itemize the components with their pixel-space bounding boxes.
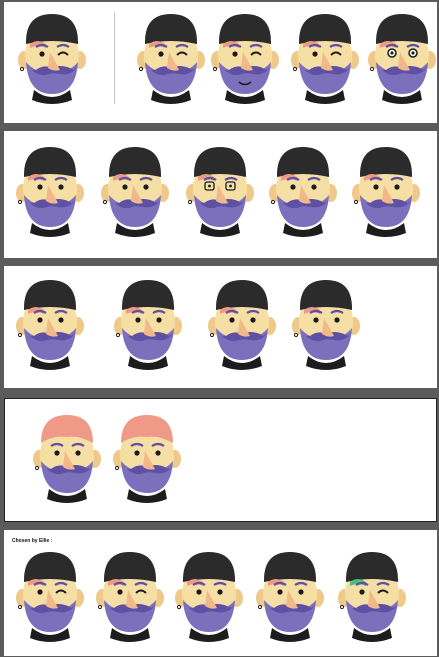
earring-icon [97, 604, 103, 610]
eye-icon [277, 589, 283, 595]
beanie-icon [376, 14, 428, 44]
beanie-icon [24, 147, 76, 177]
eye-icon [155, 450, 161, 456]
eye-icon [122, 184, 128, 190]
avatar-head-neutral [286, 274, 366, 370]
panel-1 [4, 2, 437, 123]
panel-2 [4, 131, 437, 258]
eye-icon [37, 589, 43, 595]
beanie-icon [183, 552, 235, 582]
earring-icon [34, 465, 40, 471]
earring-icon [353, 199, 359, 205]
avatar-head-neutral [10, 141, 90, 237]
eye-icon [311, 184, 317, 190]
avatar-head-wink [10, 546, 90, 642]
beanie-icon [216, 280, 268, 310]
beanie-icon [145, 14, 197, 44]
avatar-head-neutral [263, 141, 343, 237]
earring-icon [339, 604, 345, 610]
panel-3 [4, 266, 437, 388]
avatar-head-neutral [346, 141, 426, 237]
avatar-head-neutral [250, 546, 330, 642]
beanie-icon [219, 14, 271, 44]
eye-icon [58, 184, 64, 190]
earring-icon [270, 199, 276, 205]
beanie-icon [360, 147, 412, 177]
avatar-head-neutral [108, 274, 188, 370]
earring-icon [17, 604, 23, 610]
beanie-icon [122, 280, 174, 310]
avatar-head-neutral [10, 274, 90, 370]
avatar-head-neutral [202, 274, 282, 370]
eye-icon [312, 51, 318, 57]
eye-icon [229, 317, 235, 323]
avatar-head-wink [285, 8, 365, 104]
earring-icon [293, 332, 299, 338]
eye-icon [134, 450, 140, 456]
eye-icon [196, 589, 202, 595]
beanie-icon [194, 147, 246, 177]
beanie-icon [24, 280, 76, 310]
avatar-head-wink [131, 8, 211, 104]
beanie-icon [264, 552, 316, 582]
eye-icon [290, 184, 296, 190]
eye-icon [117, 589, 123, 595]
eye-icon [37, 317, 43, 323]
beanie-icon [104, 552, 156, 582]
avatar-head-wink [12, 8, 92, 104]
eye-icon [359, 589, 365, 595]
eye-icon [217, 589, 223, 595]
eye-icon [54, 450, 60, 456]
beanie-icon [24, 552, 76, 582]
eye-icon [156, 317, 162, 323]
earring-icon [212, 66, 218, 72]
avatar-head-wink-smile [205, 8, 285, 104]
earring-icon [257, 604, 263, 610]
eye-icon [313, 317, 319, 323]
earring-icon [176, 604, 182, 610]
eye-icon [39, 51, 45, 57]
eye-icon [250, 317, 256, 323]
eye-icon [158, 51, 164, 57]
beanie-icon [300, 280, 352, 310]
eye-icon [135, 317, 141, 323]
avatar-head-neutral [95, 141, 175, 237]
eye-icon [143, 184, 149, 190]
eye-icon [75, 450, 81, 456]
avatar-head-neutral [169, 546, 249, 642]
eye-icon [373, 184, 379, 190]
earring-icon [102, 199, 108, 205]
beanie-icon [26, 14, 78, 44]
beanie-icon [299, 14, 351, 44]
earring-icon [209, 332, 215, 338]
earring-icon [187, 199, 193, 205]
earring-icon [114, 465, 120, 471]
beanie-icon [277, 147, 329, 177]
avatar-head-wink [90, 546, 170, 642]
earring-icon [292, 66, 298, 72]
eye-icon [334, 317, 340, 323]
avatar-head-wink [332, 546, 412, 642]
eye-icon [37, 184, 43, 190]
earring-icon [138, 66, 144, 72]
beanie-icon [346, 552, 398, 582]
earring-icon [19, 66, 25, 72]
eye-icon [232, 51, 238, 57]
panel-4 [4, 398, 437, 522]
avatar-head-neutral [107, 407, 187, 503]
beanie-icon [109, 147, 161, 177]
vertical-divider [114, 12, 115, 104]
avatar-head-neutral [27, 407, 107, 503]
avatar-head-glasses [180, 141, 260, 237]
avatar-head-surprised [362, 8, 439, 104]
eye-icon [58, 317, 64, 323]
eye-icon [394, 184, 400, 190]
earring-icon [17, 199, 23, 205]
earring-icon [115, 332, 121, 338]
panel-5: Chosen by Ellie : [4, 530, 437, 656]
eye-icon [298, 589, 304, 595]
earring-icon [369, 66, 375, 72]
panel-caption: Chosen by Ellie : [12, 538, 53, 544]
earring-icon [17, 332, 23, 338]
